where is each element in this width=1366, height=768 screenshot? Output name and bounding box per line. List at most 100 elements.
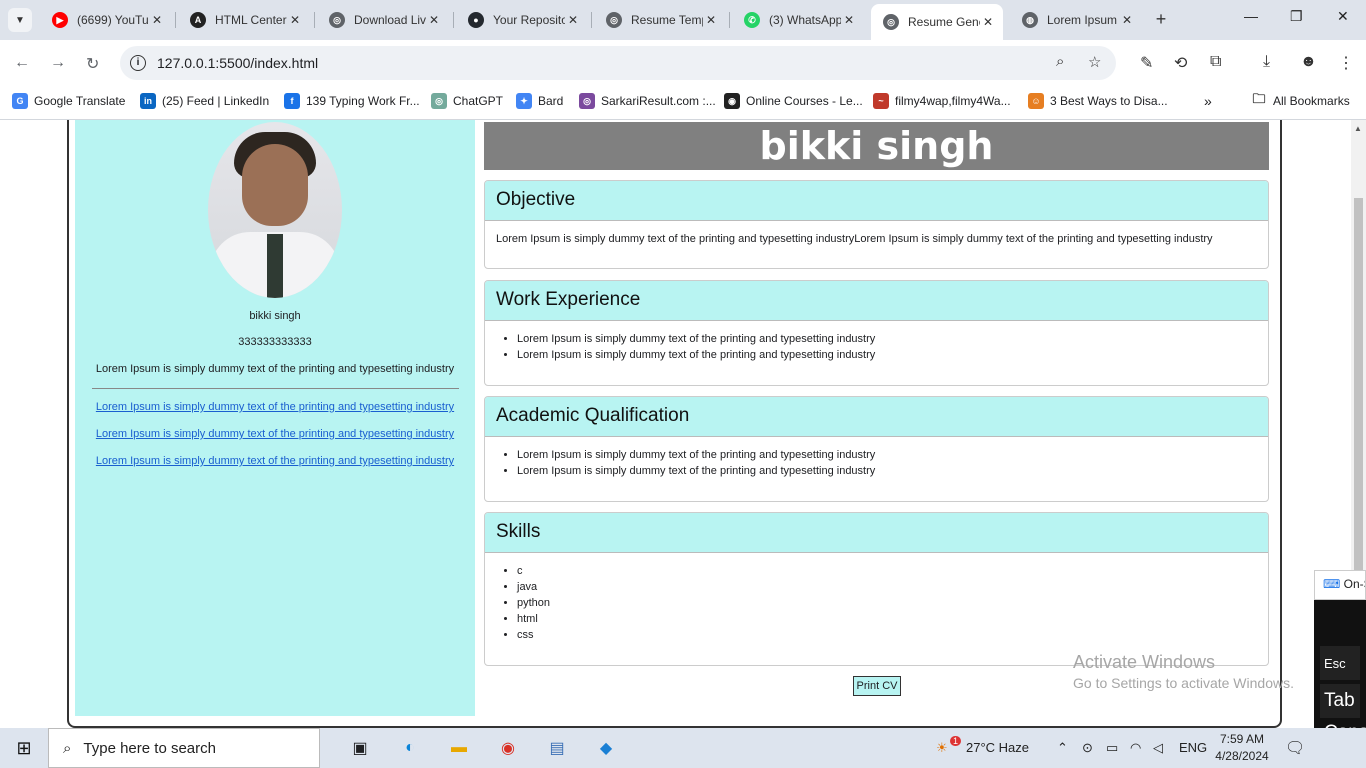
- tab-title: Resume Generator: [908, 15, 980, 29]
- osk-key-esc[interactable]: Esc: [1320, 646, 1360, 680]
- more-bookmarks-icon[interactable]: »: [1204, 93, 1212, 109]
- bookmark-item[interactable]: ◎ ChatGPT: [431, 93, 503, 109]
- clock-date: 4/28/2024: [1215, 749, 1269, 763]
- bookmark-label: 139 Typing Work Fr...: [306, 94, 420, 108]
- extensions-icon[interactable]: ⧉: [1210, 53, 1221, 71]
- download-icon[interactable]: ⤓: [1263, 53, 1270, 71]
- extension-sync-icon[interactable]: ⟲: [1174, 53, 1187, 73]
- bookmark-label: 3 Best Ways to Disa...: [1050, 94, 1168, 108]
- print-cv-button[interactable]: Print CV: [853, 676, 901, 696]
- osk-key-tab[interactable]: Tab: [1320, 684, 1360, 718]
- taskbar-search[interactable]: ⌕ Type here to search: [48, 728, 320, 768]
- close-tab-icon[interactable]: ✕: [983, 15, 993, 29]
- edit-icon[interactable]: ✎: [1140, 53, 1153, 73]
- tab-1[interactable]: ▶ (6699) YouTube✕: [40, 6, 172, 34]
- favicon-icon: ✆: [744, 12, 760, 28]
- tab-title: Resume Template: [631, 13, 703, 27]
- vscode-icon[interactable]: ◆: [594, 736, 618, 760]
- bookmark-item[interactable]: ✦ Bard: [516, 93, 563, 109]
- bookmark-item[interactable]: f 139 Typing Work Fr...: [284, 93, 420, 109]
- tab-6[interactable]: ✆ (3) WhatsApp ✕: [732, 6, 864, 34]
- bookmark-item[interactable]: ~ filmy4wap,filmy4Wa...: [873, 93, 1011, 109]
- bookmark-favicon-icon: ✦: [516, 93, 532, 109]
- file-explorer-icon[interactable]: ▬: [447, 736, 471, 760]
- minimize-button[interactable]: —: [1244, 8, 1258, 24]
- skill-item: python: [517, 595, 1257, 611]
- chrome-icon[interactable]: ◉: [496, 736, 520, 760]
- forward-button[interactable]: →: [50, 54, 66, 72]
- tab-4[interactable]: ● Your Repositories✕: [456, 6, 588, 34]
- back-button[interactable]: ←: [14, 54, 30, 72]
- bookmark-item[interactable]: in (25) Feed | LinkedIn: [140, 93, 269, 109]
- bookmark-favicon-icon: ◎: [579, 93, 595, 109]
- sidebar-name: bikki singh: [249, 310, 301, 322]
- close-tab-icon[interactable]: ✕: [152, 13, 162, 27]
- notification-icon[interactable]: 🗨: [1285, 738, 1305, 758]
- restore-button[interactable]: ❐: [1290, 8, 1303, 25]
- list-item: Lorem Ipsum is simply dummy text of the …: [517, 347, 1257, 363]
- tab-5[interactable]: ◎ Resume Template✕: [594, 6, 726, 34]
- network-icon[interactable]: ◠: [1130, 740, 1141, 756]
- bookmark-item[interactable]: ◉ Online Courses - Le...: [724, 93, 863, 109]
- all-bookmarks[interactable]: 🗀 All Bookmarks: [1251, 91, 1349, 109]
- task-view-icon[interactable]: ▣: [348, 736, 372, 760]
- tab-separator: [453, 12, 454, 28]
- app-icon[interactable]: ▤: [545, 736, 569, 760]
- sidebar-phone: 333333333333: [238, 336, 312, 348]
- weather-text[interactable]: 27°C Haze: [966, 740, 1029, 755]
- bookmark-label: Bard: [538, 94, 564, 108]
- bookmark-item[interactable]: ◎ SarkariResult.com :...: [579, 93, 716, 109]
- reload-button[interactable]: ↻: [86, 54, 99, 74]
- menu-icon[interactable]: ⋮: [1338, 53, 1354, 73]
- skill-item: css: [517, 627, 1257, 643]
- skill-item: java: [517, 579, 1257, 595]
- resume-sidebar: bikki singh 333333333333 Lorem Ipsum is …: [75, 120, 475, 716]
- tab-8[interactable]: ◍ Lorem Ipsum ✕: [1010, 6, 1142, 34]
- start-button[interactable]: ⊞: [12, 736, 36, 760]
- divider: [92, 388, 459, 389]
- language-indicator[interactable]: ENG: [1179, 740, 1207, 755]
- close-tab-icon[interactable]: ✕: [706, 13, 716, 27]
- bookmark-star-icon[interactable]: ☆: [1088, 53, 1101, 71]
- keyboard-icon: ⌨: [1323, 577, 1341, 591]
- close-tab-icon[interactable]: ✕: [1122, 13, 1132, 27]
- close-tab-icon[interactable]: ✕: [844, 13, 854, 27]
- close-tab-icon[interactable]: ✕: [290, 13, 300, 27]
- address-bar[interactable]: i 127.0.0.1:5500/index.html ⌕ ☆: [120, 46, 1116, 80]
- close-tab-icon[interactable]: ✕: [568, 13, 578, 27]
- site-info-icon[interactable]: i: [130, 55, 146, 71]
- url-text[interactable]: 127.0.0.1:5500/index.html: [157, 55, 318, 71]
- close-tab-icon[interactable]: ✕: [429, 13, 439, 27]
- sidebar-link[interactable]: Lorem Ipsum is simply dummy text of the …: [75, 428, 475, 440]
- volume-icon[interactable]: ◁: [1153, 740, 1163, 756]
- weather-icon[interactable]: ☀: [936, 740, 948, 756]
- tab-2[interactable]: A HTML Center ✕: [178, 6, 310, 34]
- clock-time: 7:59 AM: [1219, 732, 1265, 746]
- tab-title: (6699) YouTube: [77, 13, 149, 27]
- bookmark-label: Google Translate: [34, 94, 126, 108]
- tab-7[interactable]: ◎ Resume Generator✕: [871, 4, 1003, 40]
- chevron-up-icon[interactable]: ⌃: [1057, 740, 1068, 756]
- scroll-up-icon[interactable]: ▲: [1354, 124, 1362, 133]
- zoom-icon[interactable]: ⌕: [1056, 53, 1064, 70]
- profile-avatar[interactable]: ☻: [1300, 53, 1317, 71]
- edge-icon[interactable]: ◐: [398, 736, 422, 760]
- bookmark-item[interactable]: G Google Translate: [12, 93, 125, 109]
- battery-icon[interactable]: ▭: [1106, 740, 1118, 756]
- sidebar-link[interactable]: Lorem Ipsum is simply dummy text of the …: [75, 401, 475, 413]
- meet-icon[interactable]: ⊙: [1082, 740, 1093, 756]
- bookmark-favicon-icon: ◉: [724, 93, 740, 109]
- tab-strip: ▼ ▶(6699) YouTube✕AHTML Center✕◎Download…: [0, 0, 1366, 40]
- plus-icon: +: [1155, 8, 1167, 29]
- objective-text: Lorem Ipsum is simply dummy text of the …: [496, 233, 1213, 245]
- skill-item: c: [517, 563, 1257, 579]
- clock[interactable]: 7:59 AM 4/28/2024: [1210, 731, 1274, 765]
- sidebar-link[interactable]: Lorem Ipsum is simply dummy text of the …: [75, 455, 475, 467]
- search-icon: ⌕: [63, 739, 72, 757]
- tab-search-button[interactable]: ▼: [8, 8, 32, 32]
- tab-3[interactable]: ◎ Download Live ✕: [317, 6, 449, 34]
- bookmark-item[interactable]: ☺ 3 Best Ways to Disa...: [1028, 93, 1168, 109]
- objective-section: Objective Lorem Ipsum is simply dummy te…: [484, 180, 1269, 269]
- close-window-button[interactable]: ✕: [1337, 8, 1349, 25]
- new-tab-button[interactable]: +: [1150, 8, 1172, 30]
